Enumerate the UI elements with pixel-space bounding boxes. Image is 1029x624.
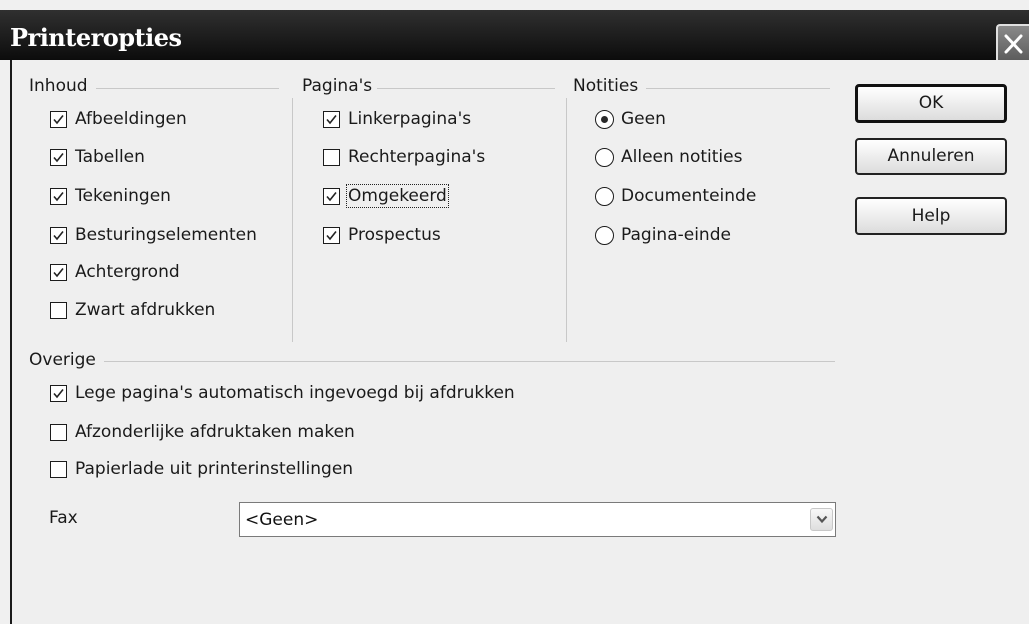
chevron-down-icon: [816, 515, 828, 524]
radio-circle[interactable]: [595, 226, 614, 245]
group-divider-notities: [646, 88, 830, 89]
checkmark-icon: [326, 192, 337, 202]
checkbox-box[interactable]: [50, 461, 67, 478]
fax-label: Fax: [49, 508, 78, 528]
help-button[interactable]: Help: [855, 197, 1007, 235]
checkbox-label: Omgekeerd: [346, 184, 449, 208]
checkbox-box[interactable]: [50, 264, 67, 281]
fax-dropdown-button[interactable]: [810, 508, 833, 531]
group-divider-paginas: [377, 88, 555, 89]
checkmark-icon: [53, 268, 64, 278]
group-title-paginas: Pagina's: [302, 76, 373, 96]
cancel-button[interactable]: Annuleren: [855, 138, 1007, 175]
checkbox-box[interactable]: [50, 111, 67, 128]
close-button[interactable]: [996, 24, 1029, 64]
column-separator: [566, 98, 567, 342]
checkbox-label: Afzonderlijke afdruktaken maken: [75, 422, 355, 442]
checkmark-icon: [53, 192, 64, 202]
checkbox-box[interactable]: [50, 227, 67, 244]
checkmark-icon: [53, 153, 64, 163]
group-title-inhoud: Inhoud: [29, 76, 88, 96]
checkbox-label: Tekeningen: [75, 186, 171, 206]
group-title-notities: Notities: [573, 76, 639, 96]
checkbox-box[interactable]: [50, 424, 67, 441]
checkbox-label: Papierlade uit printerinstellingen: [75, 459, 354, 479]
checkmark-icon: [53, 115, 64, 125]
radio-label: Documenteinde: [621, 186, 757, 206]
ok-button-label: OK: [918, 93, 944, 113]
checkbox-label: Achtergrond: [75, 262, 180, 282]
group-divider-overige: [104, 361, 835, 362]
cancel-button-label: Annuleren: [887, 146, 975, 166]
checkbox-box[interactable]: [50, 302, 67, 319]
radio-circle[interactable]: [595, 110, 614, 129]
checkmark-icon: [326, 115, 337, 125]
checkbox-box[interactable]: [323, 227, 340, 244]
checkmark-icon: [53, 231, 64, 241]
checkbox-label: Prospectus: [348, 225, 441, 245]
radio-circle[interactable]: [595, 148, 614, 167]
group-divider-inhoud: [96, 88, 279, 89]
checkbox-box[interactable]: [50, 385, 67, 402]
checkbox-label: Zwart afdrukken: [75, 300, 216, 320]
fax-select[interactable]: <Geen>: [239, 502, 836, 537]
radio-label: Pagina-einde: [621, 225, 731, 245]
checkbox-label: Afbeeldingen: [75, 109, 187, 129]
dialog-title: Printeropties: [10, 23, 182, 52]
checkbox-box[interactable]: [50, 188, 67, 205]
checkbox-label: Besturingselementen: [75, 225, 257, 245]
checkmark-icon: [326, 231, 337, 241]
radio-label: Geen: [621, 109, 666, 129]
checkbox-box[interactable]: [50, 149, 67, 166]
column-separator: [292, 98, 293, 342]
checkbox-label: Rechterpagina's: [348, 147, 486, 167]
close-icon: [1004, 34, 1023, 54]
checkbox-box[interactable]: [323, 111, 340, 128]
help-button-label: Help: [911, 206, 951, 226]
checkbox-label: Tabellen: [75, 147, 145, 167]
checkbox-box[interactable]: [323, 149, 340, 166]
checkmark-icon: [53, 389, 64, 399]
group-title-overige: Overige: [29, 350, 96, 370]
printer-options-dialog: Printeropties Inhoud Afbeeldingen Tabell…: [0, 0, 1029, 624]
ok-button[interactable]: OK: [855, 84, 1007, 123]
checkbox-label: Linkerpagina's: [348, 109, 472, 129]
radio-circle[interactable]: [595, 187, 614, 206]
checkbox-label: Lege pagina's automatisch ingevoegd bij …: [75, 383, 515, 403]
checkbox-box[interactable]: [323, 188, 340, 205]
title-bar: Printeropties: [0, 10, 1029, 64]
radio-dot: [601, 116, 608, 123]
radio-label: Alleen notities: [621, 147, 743, 167]
fax-select-value: <Geen>: [245, 510, 319, 530]
